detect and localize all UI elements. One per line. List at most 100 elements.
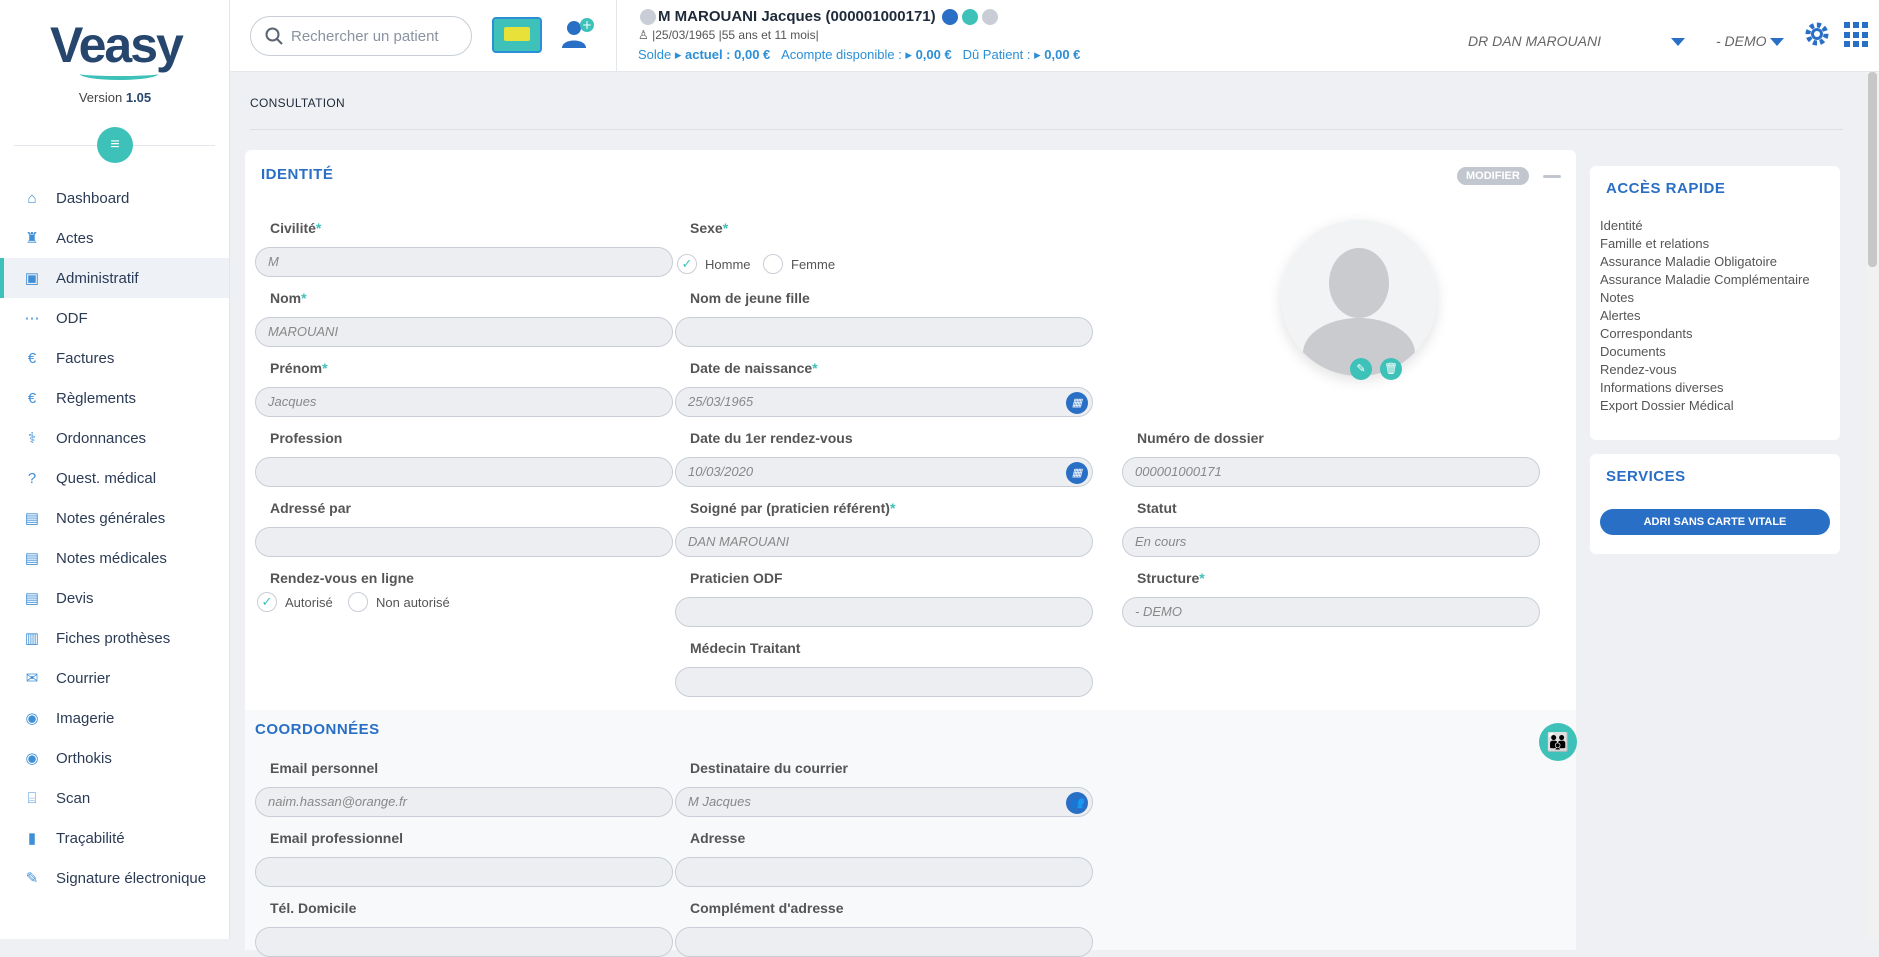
search-placeholder: Rechercher un patient (291, 28, 439, 45)
acces-rapide-link[interactable]: Informations diverses (1600, 379, 1840, 397)
modifier-button[interactable]: MODIFIER (1457, 167, 1529, 185)
scrollbar[interactable] (1866, 72, 1879, 939)
sexe-homme-checkbox[interactable]: ✓Homme (677, 254, 751, 274)
complement-label: Complément d'adresse (690, 900, 844, 916)
acces-rapide-link[interactable]: Famille et relations (1600, 235, 1840, 253)
sidebar-item-devis[interactable]: ▤ Devis (0, 578, 230, 618)
sidebar-item-imagerie[interactable]: ◉Imagerie (0, 698, 230, 738)
delete-photo-icon[interactable]: 🗑 (1380, 358, 1402, 380)
sidebar-item-tracabilite[interactable]: ▮Traçabilité (0, 818, 230, 858)
agenda-icon[interactable] (962, 9, 978, 25)
complement-input[interactable] (675, 927, 1093, 957)
settings-gear-icon[interactable] (1803, 20, 1831, 48)
contacts-icon[interactable]: 👥 (1066, 792, 1088, 814)
sidebar-item-factures[interactable]: €Factures (0, 338, 230, 378)
adri-button[interactable]: ADRI SANS CARTE VITALE (1600, 509, 1830, 535)
sidebar-item-label: Notes générales (56, 510, 165, 527)
statut-select[interactable]: En cours (1122, 527, 1540, 557)
menu-toggle-button[interactable]: ≡ (97, 127, 133, 163)
acces-rapide-link[interactable]: Assurance Maladie Obligatoire (1600, 253, 1840, 271)
sidebar-item-label: Devis (56, 590, 94, 607)
structure-input[interactable]: - DEMO (1122, 597, 1540, 627)
services-title: SERVICES (1606, 468, 1840, 485)
acces-rapide-link[interactable]: Export Dossier Médical (1600, 397, 1840, 415)
sidebar-item-orthokis[interactable]: ◉Orthokis (0, 738, 230, 778)
rdv-autorise-checkbox[interactable]: ✓Autorisé (257, 592, 333, 612)
scrollbar-thumb[interactable] (1868, 72, 1877, 267)
profession-input[interactable] (255, 457, 673, 487)
sidebar-item-notes-generales[interactable]: ▤Notes générales (0, 498, 230, 538)
acces-rapide-link[interactable]: Correspondants (1600, 325, 1840, 343)
coordonnees-title: COORDONNÉES (255, 721, 380, 738)
sidebar-item-dashboard[interactable]: ⌂Dashboard (0, 178, 230, 218)
camera-icon: ◉ (22, 709, 42, 727)
destinataire-input[interactable]: M Jacques 👥 (675, 787, 1093, 817)
tel-label: Tél. Domicile (270, 900, 356, 916)
calendar-icon[interactable] (942, 9, 958, 25)
patient-search-input[interactable]: Rechercher un patient (250, 16, 472, 56)
next-patient-icon[interactable] (982, 9, 998, 25)
patient-sub-info: ♙ |25/03/1965 |55 ans et 11 mois| (638, 28, 1080, 42)
soigne-par-select[interactable]: DAN MAROUANI (675, 527, 1093, 557)
collapse-icon[interactable] (1543, 175, 1561, 178)
adresse-par-input[interactable] (255, 527, 673, 557)
structure-select[interactable]: - DEMO (1716, 33, 1767, 49)
sidebar-item-fiches-protheses[interactable]: ▥Fiches prothèses (0, 618, 230, 658)
nom-input[interactable]: MAROUANI (255, 317, 673, 347)
patient-balance: Solde ▸ actuel : 0,00 € Acompte disponib… (638, 47, 1080, 63)
adresse-label: Adresse (690, 830, 745, 846)
patient-avatar (1281, 220, 1437, 376)
sidebar-item-courrier[interactable]: ✉Courrier (0, 658, 230, 698)
family-icon[interactable]: 👪 (1539, 723, 1577, 761)
sidebar-item-actes[interactable]: ♜Actes (0, 218, 230, 258)
civilite-input[interactable]: M (255, 247, 673, 277)
sidebar-item-reglements[interactable]: €Règlements (0, 378, 230, 418)
sidebar-item-label: Fiches prothèses (56, 630, 170, 647)
doctor-select[interactable]: DR DAN MAROUANI (1468, 33, 1601, 49)
destinataire-value: M Jacques (688, 794, 751, 809)
acces-rapide-link[interactable]: Alertes (1600, 307, 1840, 325)
braces-icon: ⋯ (22, 309, 42, 327)
structure-label: Structure (1137, 570, 1199, 586)
veasy-logo[interactable]: Veasy (50, 16, 182, 74)
autorise-label: Autorisé (285, 595, 333, 610)
acces-rapide-link[interactable]: Documents (1600, 343, 1840, 361)
acces-rapide-link[interactable]: Rendez-vous (1600, 361, 1840, 379)
rdv1-field: Date du 1er rendez-vous 10/03/2020▦ (675, 430, 1093, 487)
adresse-input[interactable] (675, 857, 1093, 887)
prev-patient-icon[interactable] (640, 9, 656, 25)
rdv1-input[interactable]: 10/03/2020▦ (675, 457, 1093, 487)
calendar-picker-icon[interactable]: ▦ (1066, 462, 1088, 484)
calendar-picker-icon[interactable]: ▦ (1066, 392, 1088, 414)
apps-grid-icon[interactable] (1844, 22, 1870, 48)
sidebar-item-signature-electronique[interactable]: ✎Signature électronique (0, 858, 230, 898)
sidebar-item-scan[interactable]: ⌸Scan (0, 778, 230, 818)
nom-jeune-fille-input[interactable] (675, 317, 1093, 347)
pen-icon: ✎ (22, 869, 42, 887)
sidebar-item-administratif[interactable]: ▣Administratif (0, 258, 230, 298)
prenom-input[interactable]: Jacques (255, 387, 673, 417)
carte-vitale-icon[interactable] (492, 17, 542, 53)
tel-input[interactable] (255, 927, 673, 957)
sidebar-item-odf[interactable]: ⋯ODF (0, 298, 230, 338)
add-patient-icon[interactable]: + (560, 16, 596, 52)
acces-rapide-link[interactable]: Identité (1600, 217, 1840, 235)
dossier-input[interactable]: 000001000171 (1122, 457, 1540, 487)
sidebar-item-ordonnances[interactable]: ⚕Ordonnances (0, 418, 230, 458)
edit-photo-icon[interactable]: ✎ (1350, 358, 1372, 380)
doctor-dropdown-icon[interactable] (1671, 38, 1685, 46)
medecin-input[interactable] (675, 667, 1093, 697)
rdv-non-autorise-checkbox[interactable]: Non autorisé (348, 592, 450, 612)
structure-dropdown-icon[interactable] (1770, 38, 1784, 46)
sexe-femme-checkbox[interactable]: Femme (763, 254, 835, 274)
sidebar-item-notes-medicales[interactable]: ▤Notes médicales (0, 538, 230, 578)
naissance-input[interactable]: 25/03/1965▦ (675, 387, 1093, 417)
email-perso-input[interactable]: naim.hassan@orange.fr (255, 787, 673, 817)
email-pro-input[interactable] (255, 857, 673, 887)
praticien-odf-select[interactable] (675, 597, 1093, 627)
document-icon: ▤ (22, 589, 42, 607)
sidebar-item-quest-medical[interactable]: ?Quest. médical (0, 458, 230, 498)
stethoscope-icon: ⚕ (22, 429, 42, 447)
acces-rapide-link[interactable]: Notes (1600, 289, 1840, 307)
acces-rapide-link[interactable]: Assurance Maladie Complémentaire (1600, 271, 1840, 289)
